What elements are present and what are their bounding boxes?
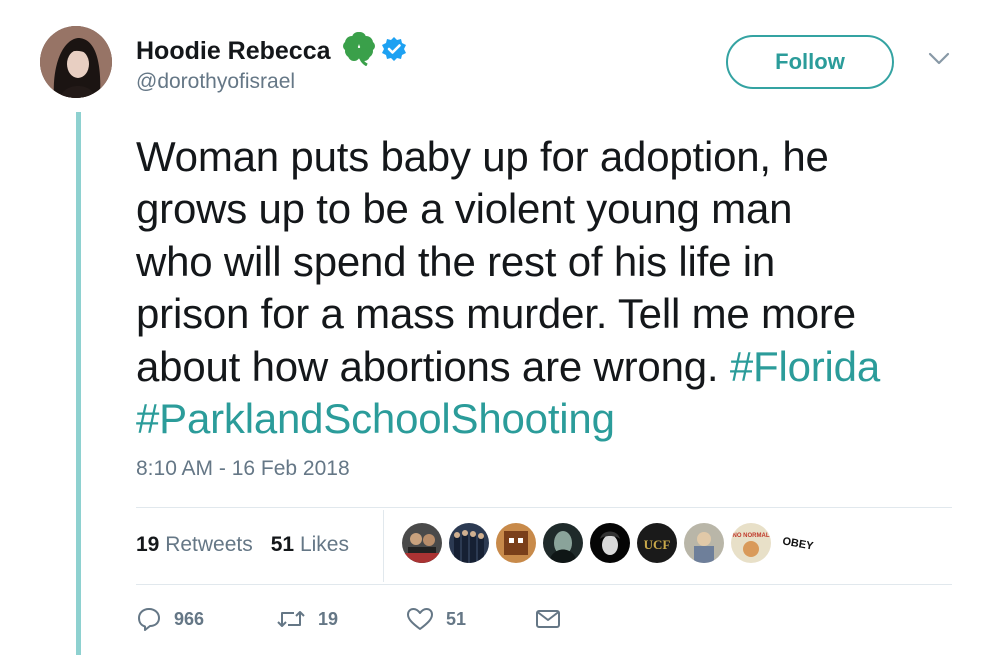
- message-action[interactable]: [534, 607, 562, 631]
- verified-badge-icon: [381, 36, 407, 67]
- like-action[interactable]: 51: [406, 606, 534, 632]
- retweet-count: 19: [318, 608, 339, 629]
- follow-button[interactable]: Follow: [726, 35, 894, 89]
- retweets-stat[interactable]: 19 Retweets: [136, 533, 253, 557]
- likes-count: 51: [270, 533, 295, 556]
- retweet-icon: [277, 611, 305, 627]
- tweet-timestamp[interactable]: 8:10 AM - 16 Feb 2018: [136, 457, 350, 481]
- chevron-down-icon[interactable]: [928, 52, 950, 71]
- liker-avatar[interactable]: [402, 523, 442, 563]
- likes-stat[interactable]: 51 Likes: [271, 533, 349, 557]
- liker-avatar[interactable]: [496, 523, 536, 563]
- avatar[interactable]: [40, 26, 112, 98]
- liker-avatar[interactable]: NO NORMAL: [731, 523, 771, 563]
- stats-separator: [383, 510, 384, 582]
- liker-avatar[interactable]: UCF: [637, 523, 677, 563]
- hashtag-florida[interactable]: #Florida: [730, 343, 880, 390]
- retweets-count: 19: [136, 533, 160, 556]
- tweet-line: about how abortions are wrong.: [136, 342, 730, 390]
- liker-avatar[interactable]: [449, 523, 489, 563]
- liker-avatar-text: UCF: [644, 537, 671, 552]
- clover-icon: [341, 32, 377, 71]
- retweet-action[interactable]: 19: [276, 606, 406, 632]
- liker-avatar[interactable]: [590, 523, 630, 563]
- user-name[interactable]: Hoodie Rebecca: [136, 37, 331, 66]
- tweet-text: Woman puts baby up for adoption, he grow…: [136, 131, 976, 445]
- user-header: Hoodie Rebecca: [136, 32, 407, 71]
- reply-icon: [138, 608, 160, 631]
- tweet-line-with-hashtag: about how abortions are wrong. #Florida: [136, 341, 976, 393]
- envelope-icon: [536, 610, 560, 628]
- divider: [136, 584, 952, 585]
- tweet-actions: 966 19 51: [136, 606, 562, 632]
- liker-avatar[interactable]: OBEY: [778, 523, 818, 563]
- thread-line: [76, 112, 81, 655]
- liker-avatar-text: NO NORMAL: [733, 533, 770, 539]
- user-handle[interactable]: @dorothyofisrael: [136, 70, 295, 94]
- tweet-line: Woman puts baby up for adoption, he: [136, 133, 829, 180]
- reply-action[interactable]: 966: [136, 606, 276, 632]
- tweet-line: prison for a mass murder. Tell me more: [136, 290, 856, 338]
- divider: [136, 507, 952, 508]
- retweets-label: Retweets: [165, 533, 253, 556]
- liker-avatars: UCF NO NORMAL OBEY: [402, 523, 825, 563]
- hashtag-parkland[interactable]: #ParklandSchoolShooting: [136, 393, 976, 445]
- heart-icon: [407, 608, 433, 630]
- reply-count: 966: [174, 608, 205, 629]
- liker-avatar[interactable]: [684, 523, 724, 563]
- tweet-line: who will spend the rest of his life in: [136, 237, 776, 285]
- liker-avatar[interactable]: [543, 523, 583, 563]
- tweet-line: grows up to be a violent young man: [136, 185, 793, 233]
- like-count: 51: [446, 608, 467, 629]
- tweet-stats: 19 Retweets 51 Likes: [136, 533, 367, 557]
- likes-label: Likes: [299, 533, 349, 556]
